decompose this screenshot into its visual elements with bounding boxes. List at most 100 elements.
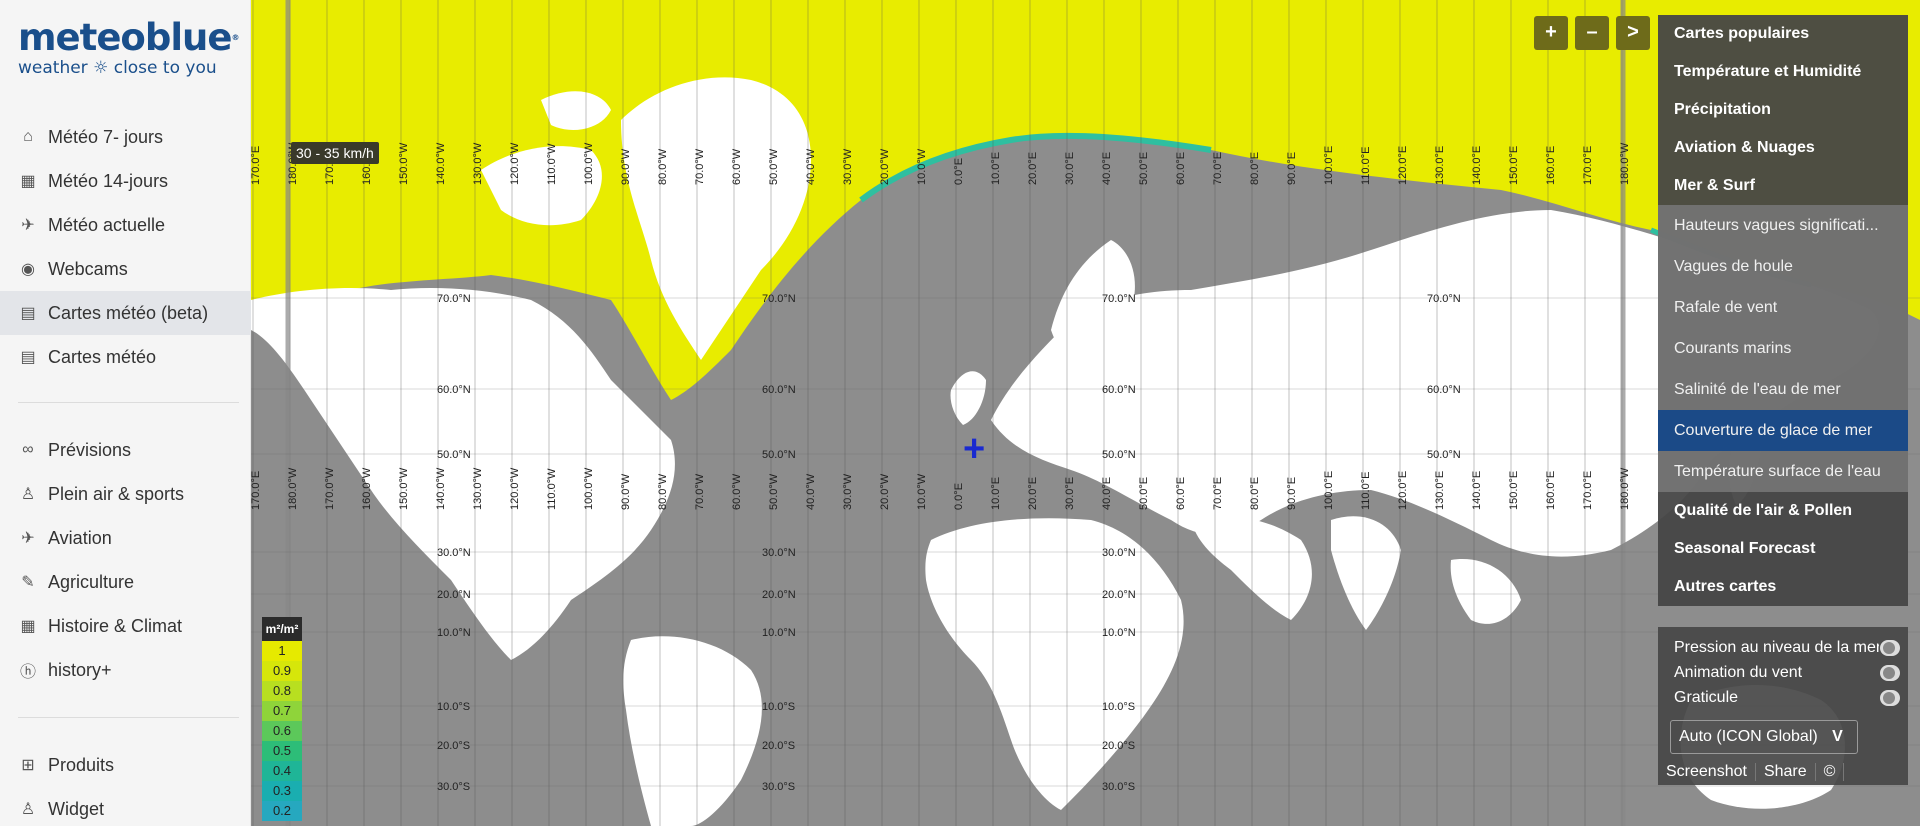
nav-item[interactable]: ▦ Histoire & Climat (0, 604, 251, 648)
zoom-in-button[interactable]: + (1534, 16, 1568, 50)
longitude-label: 170.0°E (251, 146, 262, 185)
menu-category[interactable]: Seasonal Forecast (1658, 530, 1908, 568)
footer-action[interactable]: Share (1756, 762, 1816, 781)
latitude-label: 30.0°N (762, 547, 796, 559)
longitude-label: 160.0°E (1545, 146, 1557, 185)
latitude-label: 30.0°S (437, 781, 470, 793)
menu-layer-item[interactable]: Courants marins (1658, 328, 1908, 369)
color-legend: m²/m² 1 0.9 0.8 0.7 0.6 0.5 0.4 0.3 0.2 (262, 617, 302, 821)
nav-item[interactable]: ⊞ Produits (0, 743, 251, 787)
map-icon: ▤ (20, 305, 36, 322)
longitude-label: 0.0°E (953, 158, 965, 185)
option-toggle-row[interactable]: Graticule (1658, 685, 1908, 710)
nav-item[interactable]: ✈ Aviation (0, 516, 251, 560)
legend-entry: 0.9 (262, 661, 302, 681)
option-toggle-row[interactable]: Pression au niveau de la mer (1658, 635, 1908, 660)
longitude-label: 140.0°E (1471, 471, 1483, 510)
longitude-label: 150.0°E (1508, 471, 1520, 510)
middle-east (1191, 516, 1312, 620)
toggle-switch[interactable] (1880, 689, 1900, 706)
nav-item-label: Cartes météo (48, 346, 157, 367)
footer-action[interactable]: © (1816, 762, 1845, 781)
menu-category[interactable]: Précipitation (1658, 91, 1908, 129)
nav-item[interactable]: ♙ Widget (0, 787, 251, 826)
nav-item[interactable]: ✎ Agriculture (0, 560, 251, 604)
menu-category[interactable]: Qualité de l'air & Pollen (1658, 492, 1908, 530)
menu-category[interactable]: Mer & Surf (1658, 167, 1908, 205)
agriculture-icon: ✎ (21, 574, 35, 591)
nav-item[interactable]: ✈ Météo actuelle (0, 203, 251, 247)
latitude-label: 10.0°N (762, 627, 796, 639)
nav-item[interactable]: ▤ Cartes météo (0, 335, 251, 379)
longitude-label: 10.0°W (916, 473, 928, 510)
nav-item-label: Webcams (48, 258, 128, 279)
latitude-label: 20.0°S (437, 740, 470, 752)
menu-layer-item[interactable]: Couverture de glace de mer (1658, 410, 1908, 451)
longitude-label: 80.0°W (657, 148, 669, 185)
cart-icon: ⊞ (21, 757, 35, 774)
menu-layer-item[interactable]: Température surface de l'eau (1658, 451, 1908, 492)
map-icon: ▤ (20, 349, 36, 366)
model-select[interactable]: Auto (ICON Global) V (1670, 720, 1858, 754)
nav-item[interactable]: ∞ Prévisions (0, 428, 251, 472)
longitude-label: 180.0°W (287, 467, 299, 510)
toggle-switch[interactable] (1880, 664, 1900, 681)
longitude-label: 120.0°E (1397, 471, 1409, 510)
longitude-label: 40.0°W (805, 148, 817, 185)
menu-category[interactable]: Cartes populaires (1658, 15, 1908, 53)
longitude-label: 110.0°E (1360, 147, 1372, 185)
toggle-switch[interactable] (1880, 639, 1900, 656)
longitude-label: 40.0°W (805, 473, 817, 510)
nav-item-label: Météo 14-jours (48, 170, 169, 191)
satellite-icon: ✈ (21, 217, 35, 234)
menu-category[interactable]: Température et Humidité (1658, 53, 1908, 91)
plane-icon: ✈ (21, 530, 35, 547)
menu-category[interactable]: Aviation & Nuages (1658, 129, 1908, 167)
menu-layer-item[interactable]: Salinité de l'eau de mer (1658, 369, 1908, 410)
longitude-label: 150.0°E (1508, 146, 1520, 185)
latitude-label: 70.0°N (762, 293, 796, 305)
nav-divider (18, 717, 239, 718)
nav-item[interactable]: ◉ Webcams (0, 247, 251, 291)
longitude-label: 120.0°E (1397, 146, 1409, 185)
menu-layer-item[interactable]: Hauteurs vagues significati... (1658, 205, 1908, 246)
longitude-label: 70.0°E (1212, 152, 1224, 185)
legend-entry: 0.8 (262, 681, 302, 701)
nav-tertiary: ⊞ Produits ♙ Widget (0, 743, 251, 826)
menu-layer-item[interactable]: Rafale de vent (1658, 287, 1908, 328)
map-options-panel: Pression au niveau de la mer Animation du… (1658, 627, 1908, 785)
legend-entry: 0.3 (262, 781, 302, 801)
meteoblue-logo[interactable]: meteoblue® weather ☼ close to you (18, 18, 239, 79)
longitude-label: 90.0°E (1286, 152, 1298, 185)
map-footer-actions: Screenshot Share © (1658, 758, 1845, 785)
nav-item-label: Aviation (48, 527, 112, 548)
nav-item[interactable]: ⌂ Météo 7- jours (0, 115, 251, 159)
option-label: Animation du vent (1674, 663, 1803, 681)
nav-item[interactable]: ♙ Plein air & sports (0, 472, 251, 516)
latitude-label: 50.0°N (762, 449, 796, 461)
menu-layer-item[interactable]: Vagues de houle (1658, 246, 1908, 287)
collapse-menu-button[interactable]: > (1616, 16, 1650, 50)
longitude-label: 130.0°W (472, 467, 484, 510)
menu-category[interactable]: Autres cartes (1658, 568, 1908, 606)
latitude-label: 20.0°S (762, 740, 795, 752)
longitude-label: 10.0°E (990, 152, 1002, 185)
nav-item[interactable]: ⓗ history+ (0, 648, 251, 692)
option-label: Pression au niveau de la mer (1674, 638, 1879, 656)
continent-africa (925, 518, 1184, 810)
nav-item[interactable]: ▤ Cartes météo (beta) (0, 291, 251, 335)
nav-item[interactable]: ▦ Météo 14-jours (0, 159, 251, 203)
longitude-label: 80.0°W (657, 473, 669, 510)
widget-icon: ♙ (20, 801, 36, 818)
latitude-label: 20.0°N (1102, 589, 1136, 601)
longitude-label: 20.0°W (879, 473, 891, 510)
latitude-label: 30.0°N (437, 547, 471, 559)
table-icon: ▦ (20, 618, 36, 635)
legend-entry: 0.2 (262, 801, 302, 821)
zoom-out-button[interactable]: – (1575, 16, 1609, 50)
latitude-label: 30.0°S (1102, 781, 1135, 793)
footer-action[interactable]: Screenshot (1658, 762, 1756, 781)
longitude-label: 80.0°E (1249, 152, 1261, 185)
logo-tagline: weather ☼ close to you (18, 58, 217, 78)
option-toggle-row[interactable]: Animation du vent (1658, 660, 1908, 685)
